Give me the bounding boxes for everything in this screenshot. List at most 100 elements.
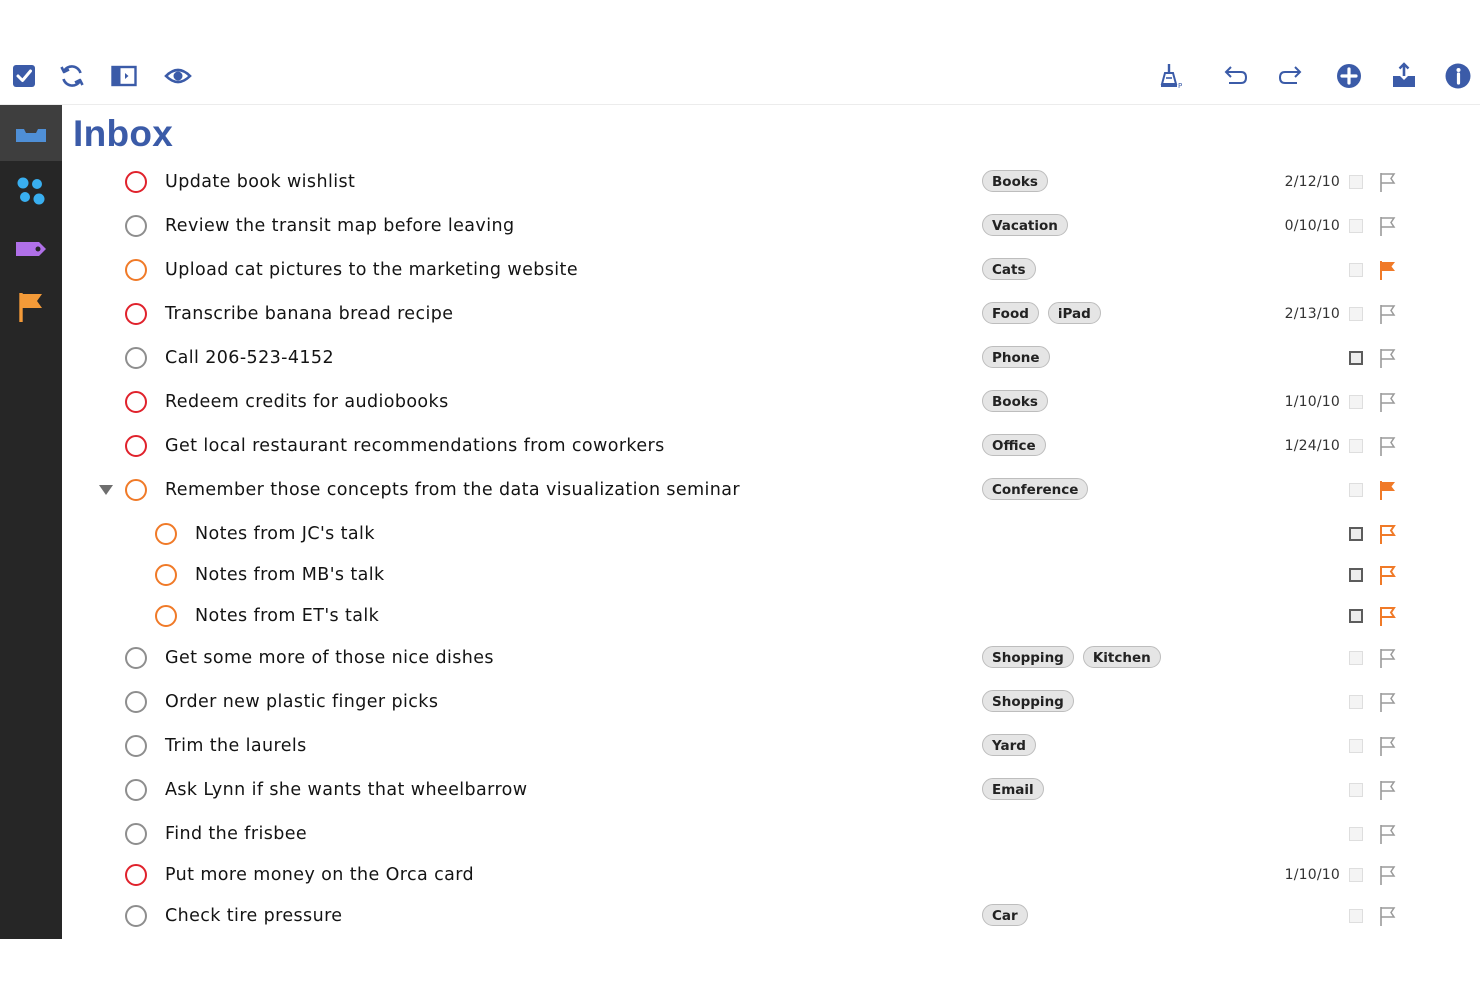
flag-icon[interactable] [1378, 347, 1398, 369]
task-row[interactable]: Notes from MB's talk [62, 557, 1480, 597]
task-title[interactable]: Review the transit map before leaving [165, 216, 514, 236]
task-checkbox[interactable] [125, 259, 147, 281]
task-row[interactable]: Transcribe banana bread recipe Food iPad 2/… [62, 296, 1480, 336]
tag-badge[interactable]: Cats [982, 258, 1036, 280]
task-checkbox[interactable] [125, 435, 147, 457]
task-select-box[interactable] [1349, 739, 1363, 753]
task-select-box[interactable] [1349, 783, 1363, 797]
task-row[interactable]: Review the transit map before leaving Vac… [62, 208, 1480, 248]
task-checkbox[interactable] [155, 523, 177, 545]
task-checkbox[interactable] [125, 864, 147, 886]
task-select-box[interactable] [1349, 395, 1363, 409]
tag-badge[interactable]: iPad [1047, 302, 1101, 324]
sidebar-item-projects[interactable] [0, 163, 62, 219]
task-checkbox[interactable] [125, 647, 147, 669]
task-checkbox[interactable] [155, 605, 177, 627]
tag-badge[interactable]: Conference [982, 478, 1089, 500]
task-title[interactable]: Ask Lynn if she wants that wheelbarrow [165, 780, 527, 800]
task-title[interactable]: Get some more of those nice dishes [165, 648, 494, 668]
task-select-box[interactable] [1349, 568, 1363, 582]
task-select-box[interactable] [1349, 868, 1363, 882]
flag-icon[interactable] [1378, 905, 1398, 927]
tag-badge[interactable]: Kitchen [1082, 646, 1161, 668]
task-row[interactable]: Redeem credits for audiobooks Books 1/10/1… [62, 384, 1480, 424]
task-checkbox[interactable] [125, 823, 147, 845]
task-row[interactable]: Put more money on the Orca card 1/10/10 [62, 857, 1480, 897]
task-select-box[interactable] [1349, 651, 1363, 665]
sidebar-item-flagged[interactable] [0, 279, 62, 335]
sidebar-toggle-icon[interactable] [109, 61, 139, 91]
flag-icon[interactable] [1378, 171, 1398, 193]
task-title[interactable]: Check tire pressure [165, 906, 342, 926]
task-title[interactable]: Transcribe banana bread recipe [165, 304, 453, 324]
flag-icon[interactable] [1378, 647, 1398, 669]
flag-icon[interactable] [1378, 735, 1398, 757]
task-checkbox[interactable] [125, 303, 147, 325]
tag-badge[interactable]: Shopping [982, 646, 1074, 668]
sidebar-item-inbox[interactable] [0, 105, 62, 161]
flag-icon[interactable] [1378, 823, 1398, 845]
task-select-box[interactable] [1349, 827, 1363, 841]
task-select-box[interactable] [1349, 219, 1363, 233]
task-row[interactable]: Order new plastic finger picks Shopping [62, 684, 1480, 724]
task-checkbox[interactable] [125, 347, 147, 369]
task-row[interactable]: Call 206-523-4152 Phone [62, 340, 1480, 380]
task-select-box[interactable] [1349, 483, 1363, 497]
task-select-box[interactable] [1349, 263, 1363, 277]
flag-icon[interactable] [1378, 691, 1398, 713]
task-title[interactable]: Trim the laurels [165, 736, 307, 756]
task-checkbox[interactable] [125, 691, 147, 713]
flag-icon[interactable] [1378, 391, 1398, 413]
task-title[interactable]: Redeem credits for audiobooks [165, 392, 449, 412]
flag-icon[interactable] [1378, 303, 1398, 325]
task-row[interactable]: Check tire pressure Car [62, 898, 1480, 938]
flag-icon[interactable] [1378, 605, 1398, 627]
tag-badge[interactable]: Vacation [982, 214, 1068, 236]
task-title[interactable]: Find the frisbee [165, 824, 307, 844]
task-select-box[interactable] [1349, 307, 1363, 321]
task-select-box[interactable] [1349, 609, 1363, 623]
info-icon[interactable] [1443, 61, 1473, 91]
tag-badge[interactable]: Office [982, 434, 1046, 456]
disclosure-triangle-icon[interactable] [99, 485, 113, 495]
task-row[interactable]: Trim the laurels Yard [62, 728, 1480, 768]
task-select-box[interactable] [1349, 527, 1363, 541]
sidebar-item-tags[interactable] [0, 221, 62, 277]
task-row[interactable]: Get local restaurant recommendations fro… [62, 428, 1480, 468]
tag-badge[interactable]: Books [982, 390, 1048, 412]
task-checkbox[interactable] [125, 779, 147, 801]
tag-badge[interactable]: Yard [982, 734, 1036, 756]
tag-badge[interactable]: Car [982, 904, 1028, 926]
tag-badge[interactable]: Books [982, 170, 1048, 192]
task-checkbox[interactable] [125, 735, 147, 757]
task-title[interactable]: Remember those concepts from the data vi… [165, 480, 740, 500]
task-title[interactable]: Get local restaurant recommendations fro… [165, 436, 665, 456]
eye-icon[interactable] [163, 61, 193, 91]
redo-icon[interactable] [1277, 61, 1307, 91]
task-select-box[interactable] [1349, 439, 1363, 453]
flag-icon[interactable] [1378, 479, 1398, 501]
task-title[interactable]: Upload cat pictures to the marketing web… [165, 260, 578, 280]
task-title[interactable]: Put more money on the Orca card [165, 865, 474, 885]
task-select-box[interactable] [1349, 175, 1363, 189]
tag-badge[interactable]: Email [982, 778, 1044, 800]
task-title[interactable]: Notes from MB's talk [195, 565, 385, 585]
task-title[interactable]: Call 206-523-4152 [165, 348, 334, 368]
task-title[interactable]: Notes from ET's talk [195, 606, 379, 626]
task-checkbox[interactable] [125, 215, 147, 237]
task-row[interactable]: Ask Lynn if she wants that wheelbarrow Em… [62, 772, 1480, 812]
task-checkbox[interactable] [125, 171, 147, 193]
tag-badge[interactable]: Food [982, 302, 1039, 324]
flag-icon[interactable] [1378, 864, 1398, 886]
sync-icon[interactable] [57, 61, 87, 91]
task-checkbox[interactable] [125, 479, 147, 501]
flag-icon[interactable] [1378, 779, 1398, 801]
task-select-box[interactable] [1349, 351, 1363, 365]
task-row[interactable]: Remember those concepts from the data vi… [62, 472, 1480, 512]
task-row[interactable]: Find the frisbee [62, 816, 1480, 856]
task-row[interactable]: Update book wishlist Books 2/12/10 [62, 164, 1480, 204]
flag-icon[interactable] [1378, 259, 1398, 281]
flag-icon[interactable] [1378, 564, 1398, 586]
task-checkbox[interactable] [125, 905, 147, 927]
checkbox-icon[interactable] [9, 61, 39, 91]
